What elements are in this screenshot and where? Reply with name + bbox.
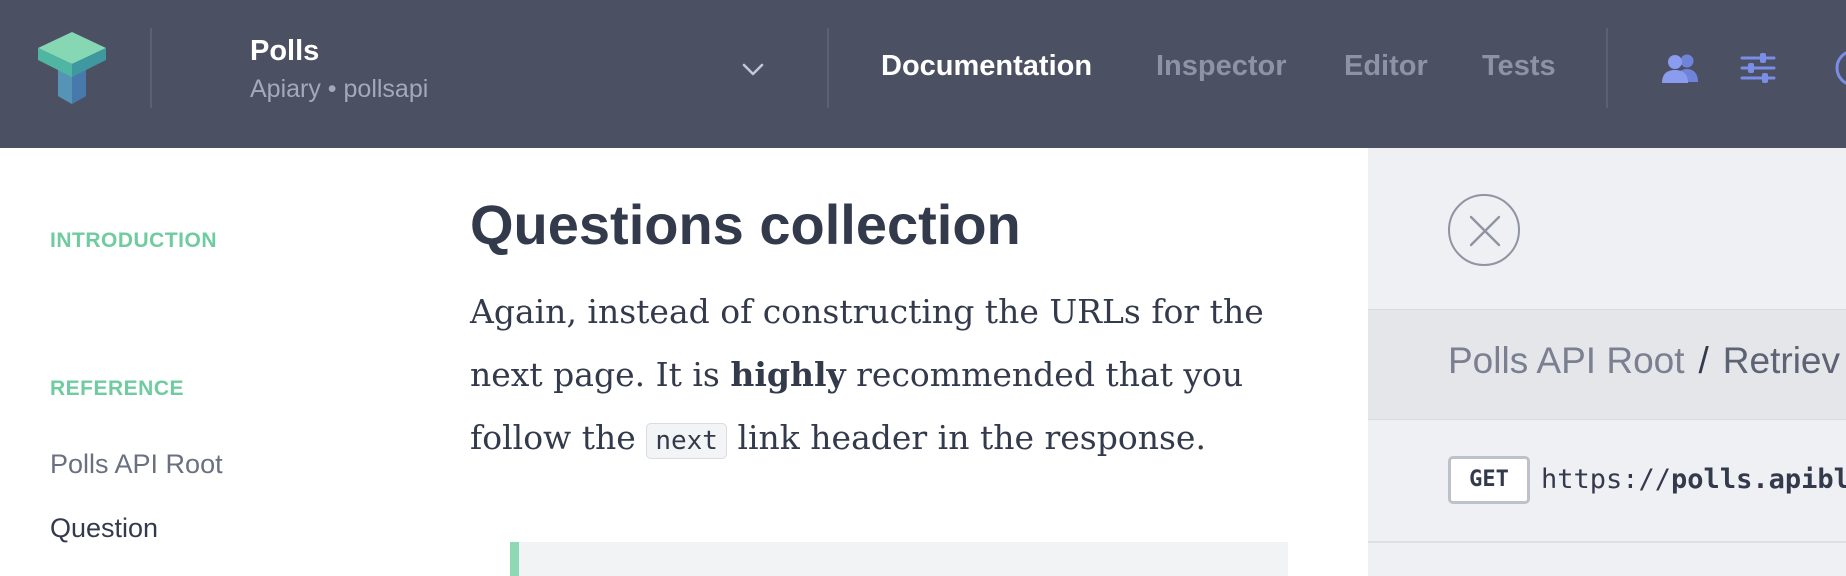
tab-inspector[interactable]: Inspector xyxy=(1156,48,1287,84)
sidebar-item-polls-api-root[interactable]: Polls API Root xyxy=(50,449,223,480)
paragraph-text: link header in the response. xyxy=(726,418,1206,457)
request-url: https://polls.apiblu xyxy=(1541,464,1846,495)
tab-documentation[interactable]: Documentation xyxy=(881,48,1092,84)
url-prefix: https:// xyxy=(1541,464,1672,495)
team-icon[interactable] xyxy=(1658,48,1702,88)
breadcrumb: Polls API Root / Retriev xyxy=(1448,340,1840,382)
breadcrumb-current: Retriev xyxy=(1722,340,1840,381)
http-method-badge: GET xyxy=(1448,456,1530,504)
project-subtitle: Apiary • pollsapi xyxy=(250,75,429,103)
divider xyxy=(1368,541,1846,543)
account-icon[interactable] xyxy=(1832,48,1846,88)
divider xyxy=(150,28,152,108)
divider xyxy=(827,28,829,108)
tab-editor[interactable]: Editor xyxy=(1344,48,1428,84)
page-title: Questions collection xyxy=(470,193,1021,256)
inline-code: next xyxy=(646,423,727,459)
paragraph-emphasis: highly xyxy=(730,355,846,394)
divider xyxy=(1606,28,1608,108)
code-block xyxy=(510,542,1288,576)
close-icon xyxy=(1469,215,1501,247)
nav-section-introduction[interactable]: INTRODUCTION xyxy=(50,229,217,253)
breadcrumb-separator: / xyxy=(1698,340,1709,381)
doc-paragraph: Again, instead of constructing the URLs … xyxy=(470,280,1300,473)
project-switcher[interactable]: Polls Apiary • pollsapi xyxy=(250,32,428,106)
apiary-logo-icon[interactable] xyxy=(34,30,110,106)
settings-sliders-icon[interactable] xyxy=(1736,48,1780,88)
top-bar: Polls Apiary • pollsapi Documentation In… xyxy=(0,0,1846,148)
nav-section-reference[interactable]: REFERENCE xyxy=(50,377,184,401)
sidebar-item-question[interactable]: Question xyxy=(50,513,158,544)
tab-tests[interactable]: Tests xyxy=(1482,48,1556,84)
breadcrumb-root[interactable]: Polls API Root xyxy=(1448,340,1685,381)
chevron-down-icon[interactable] xyxy=(740,56,766,82)
project-name: Polls xyxy=(250,35,320,67)
close-button[interactable] xyxy=(1448,194,1520,266)
url-host: polls.apiblu xyxy=(1671,464,1846,495)
